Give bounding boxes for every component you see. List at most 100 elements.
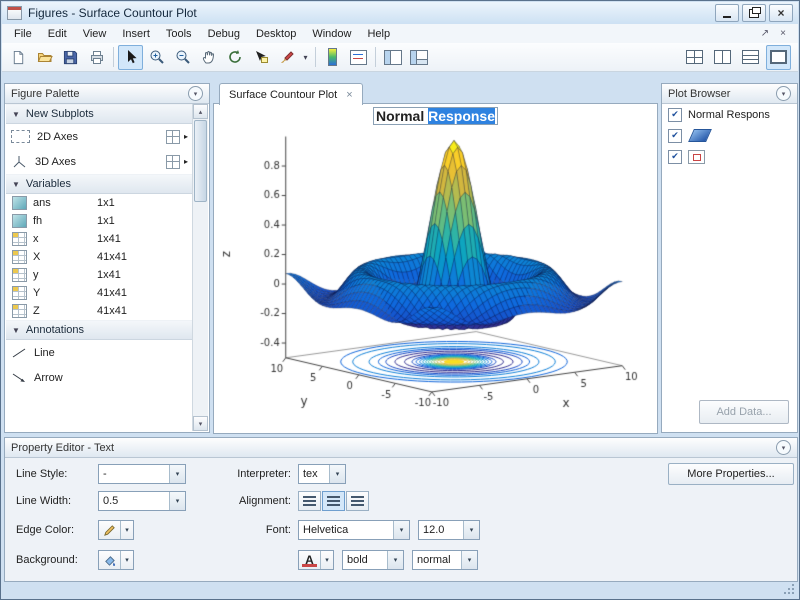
new-figure-button[interactable]	[6, 45, 31, 70]
browser-item-title-text[interactable]: Normal Respons	[663, 104, 796, 125]
chevron-down-icon	[169, 492, 185, 510]
plot-browser-menu-button[interactable]	[776, 86, 791, 101]
minimize-button[interactable]	[715, 4, 739, 22]
background-color-button[interactable]	[98, 550, 134, 570]
edge-color-button[interactable]	[98, 520, 134, 540]
scroll-up-arrow[interactable]	[193, 104, 208, 119]
figures-window: Figures - Surface Countour Plot File Edi…	[0, 0, 800, 600]
insert-colorbar-button[interactable]	[320, 45, 345, 70]
close-panel-icon[interactable]	[775, 27, 791, 41]
align-right-button[interactable]	[346, 491, 369, 511]
more-properties-button[interactable]: More Properties...	[668, 463, 794, 485]
print-figure-button[interactable]	[84, 45, 109, 70]
open-file-button[interactable]	[32, 45, 57, 70]
palette-item-2d-axes[interactable]: 2D Axes	[6, 124, 193, 149]
edge-color-label: Edge Color:	[16, 520, 74, 540]
browser-item-surface[interactable]	[663, 125, 796, 146]
titlebar[interactable]: Figures - Surface Countour Plot	[2, 2, 798, 24]
variable-row-y[interactable]: y1x41	[6, 266, 193, 284]
font-size-select[interactable]: 12.0	[418, 520, 480, 540]
annotation-item-arrow[interactable]: Arrow	[6, 365, 193, 390]
zoom-in-button[interactable]	[144, 45, 169, 70]
variable-row-x[interactable]: x1x41	[6, 230, 193, 248]
pan-button[interactable]	[196, 45, 221, 70]
hand-icon	[201, 49, 217, 65]
chevron-down-icon	[393, 521, 409, 539]
font-weight-select[interactable]: bold	[342, 550, 404, 570]
minimize-icon	[723, 9, 731, 18]
browser-item-contour[interactable]	[663, 146, 796, 167]
palette-item-3d-axes[interactable]: 3D Axes	[6, 149, 193, 174]
variable-row-fh[interactable]: fh1x1	[6, 212, 193, 230]
variable-row-ans[interactable]: ans1x1	[6, 194, 193, 212]
zoom-out-button[interactable]	[170, 45, 195, 70]
interpreter-select[interactable]: tex	[298, 464, 346, 484]
visibility-checkbox[interactable]	[668, 108, 682, 122]
insert-legend-button[interactable]	[346, 45, 371, 70]
expand-arrow-icon[interactable]	[184, 157, 188, 166]
scroll-down-arrow[interactable]	[193, 416, 208, 431]
rotate-3d-button[interactable]	[222, 45, 247, 70]
variable-row-X[interactable]: X41x41	[6, 248, 193, 266]
property-editor-menu-button[interactable]	[776, 440, 791, 455]
menu-desktop[interactable]: Desktop	[248, 26, 304, 42]
selection-arrow-button[interactable]	[118, 45, 143, 70]
menu-file[interactable]: File	[6, 26, 40, 42]
font-color-button[interactable]	[298, 550, 334, 570]
add-data-button[interactable]: Add Data...	[699, 400, 789, 424]
plot-browser-header: Plot Browser	[662, 84, 797, 104]
tab-surface-contour-plot[interactable]: Surface Countour Plot	[219, 83, 363, 105]
menu-window[interactable]: Window	[304, 26, 359, 42]
line-style-select[interactable]: -	[98, 464, 186, 484]
plot-area: Normal Response	[213, 103, 658, 434]
visibility-checkbox[interactable]	[668, 129, 682, 143]
toolbar-separator	[113, 47, 114, 67]
subplot-grid-icon[interactable]	[166, 130, 180, 144]
section-variables[interactable]: Variables	[6, 174, 193, 194]
brush-button[interactable]	[274, 45, 299, 70]
scrollbar-thumb[interactable]	[194, 120, 207, 202]
figure-palette-menu-button[interactable]	[188, 86, 203, 101]
expand-arrow-icon[interactable]	[184, 132, 188, 141]
save-figure-button[interactable]	[58, 45, 83, 70]
annotation-item-line[interactable]: Line	[6, 340, 193, 365]
line-width-select[interactable]: 0.5	[98, 491, 186, 511]
menu-debug[interactable]: Debug	[200, 26, 248, 42]
brush-dropdown-arrow[interactable]	[300, 46, 311, 69]
align-left-button[interactable]	[298, 491, 321, 511]
hide-plot-tools-button[interactable]	[380, 45, 405, 70]
plot-tools-on-icon	[410, 50, 428, 65]
menu-view[interactable]: View	[75, 26, 115, 42]
section-new-subplots[interactable]: New Subplots	[6, 104, 193, 124]
font-angle-select[interactable]: normal	[412, 550, 478, 570]
resize-grip[interactable]	[783, 583, 795, 595]
tile-columns-button[interactable]	[710, 45, 735, 70]
tab-close-icon[interactable]	[346, 89, 352, 101]
show-plot-tools-button[interactable]	[406, 45, 431, 70]
data-cursor-button[interactable]	[248, 45, 273, 70]
tile-grid-button[interactable]	[682, 45, 707, 70]
menu-edit[interactable]: Edit	[40, 26, 75, 42]
tile-rows-button[interactable]	[738, 45, 763, 70]
align-right-icon	[351, 496, 364, 506]
visibility-checkbox[interactable]	[668, 150, 682, 164]
restore-button[interactable]	[742, 4, 766, 22]
surface-plot-canvas[interactable]	[214, 104, 657, 433]
subplot-grid-icon[interactable]	[166, 155, 180, 169]
align-center-button[interactable]	[322, 491, 345, 511]
undock-icon[interactable]	[757, 27, 773, 41]
tile-columns-icon	[714, 50, 731, 64]
palette-scrollbar[interactable]	[192, 104, 208, 431]
variable-row-Z[interactable]: Z41x41	[6, 302, 193, 320]
section-annotations[interactable]: Annotations	[6, 320, 193, 340]
figure-palette-header: Figure Palette	[5, 84, 209, 104]
new-figure-icon	[11, 50, 26, 65]
tile-single-button[interactable]	[766, 45, 791, 70]
menu-tools[interactable]: Tools	[158, 26, 200, 42]
menu-insert[interactable]: Insert	[114, 26, 158, 42]
menu-help[interactable]: Help	[359, 26, 398, 42]
font-name-select[interactable]: Helvetica	[298, 520, 410, 540]
variable-row-Y[interactable]: Y41x41	[6, 284, 193, 302]
close-button[interactable]	[769, 4, 793, 22]
plot-title[interactable]: Normal Response	[214, 107, 657, 125]
